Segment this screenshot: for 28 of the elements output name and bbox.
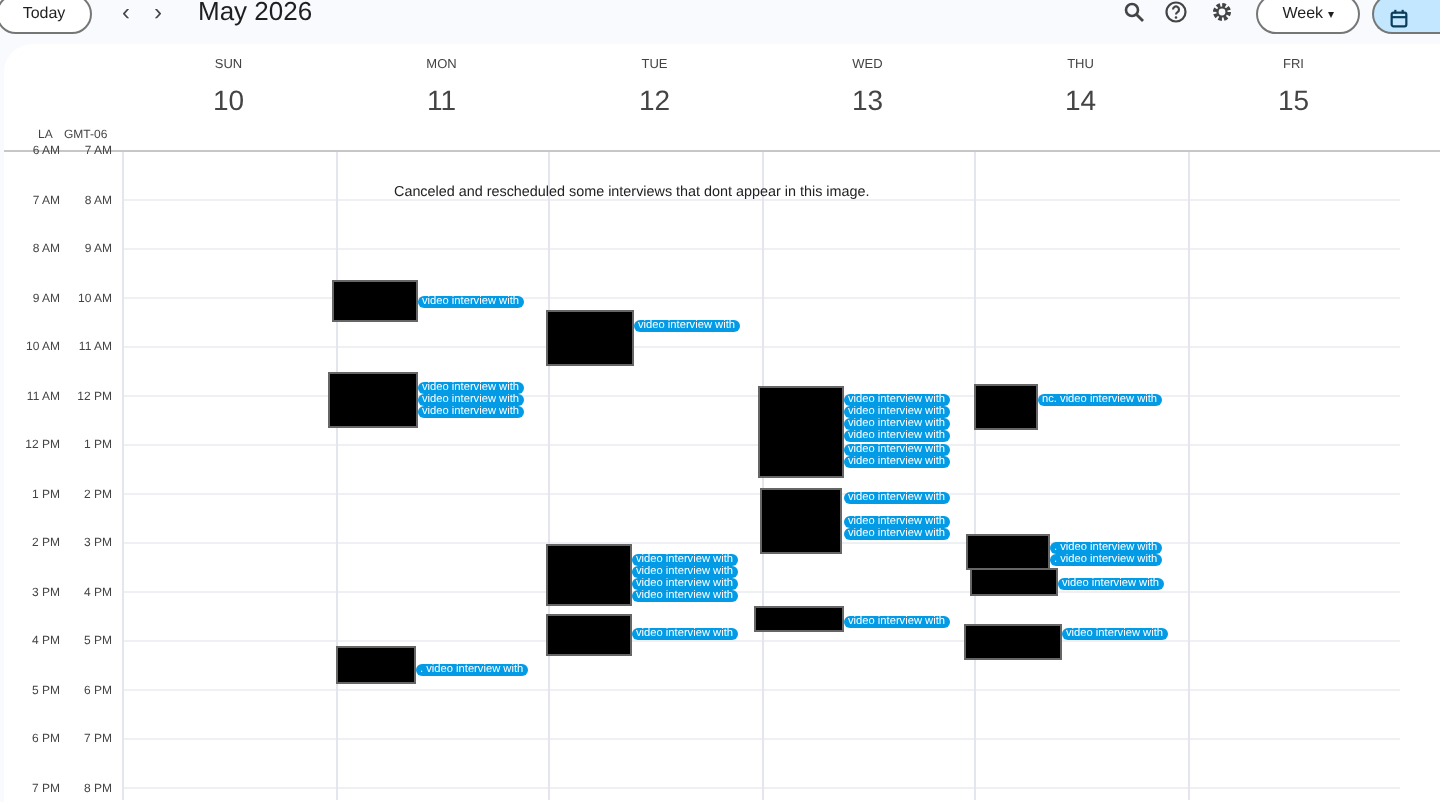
redaction-box [546,614,632,656]
search-icon[interactable] [1122,0,1146,24]
calendar-view-button[interactable] [1372,0,1440,34]
previous-button[interactable]: ‹ [122,0,130,26]
month-title: May 2026 [198,0,313,28]
redaction-box [546,544,632,606]
date-number[interactable]: 11 [335,82,548,118]
redaction-box [974,384,1038,430]
date-number[interactable]: 12 [548,82,761,118]
redaction-box [546,310,634,366]
next-button[interactable]: › [154,0,162,26]
redaction-box [970,568,1058,596]
date-number[interactable]: 15 [1187,82,1400,118]
redaction-box [754,606,844,632]
redaction-box [758,386,844,478]
redaction-box [328,372,418,428]
settings-icon[interactable] [1210,0,1234,24]
redaction-box [336,646,416,684]
date-number[interactable]: 14 [974,82,1187,118]
redaction-box [966,534,1050,570]
today-button[interactable]: Today [0,0,92,34]
redaction-box [760,488,842,554]
calendar-icon [1388,8,1410,31]
redaction-box [332,280,418,322]
date-number[interactable]: 10 [122,82,335,118]
date-number[interactable]: 13 [761,82,974,118]
redaction-box [964,624,1062,660]
help-icon[interactable] [1164,0,1188,24]
